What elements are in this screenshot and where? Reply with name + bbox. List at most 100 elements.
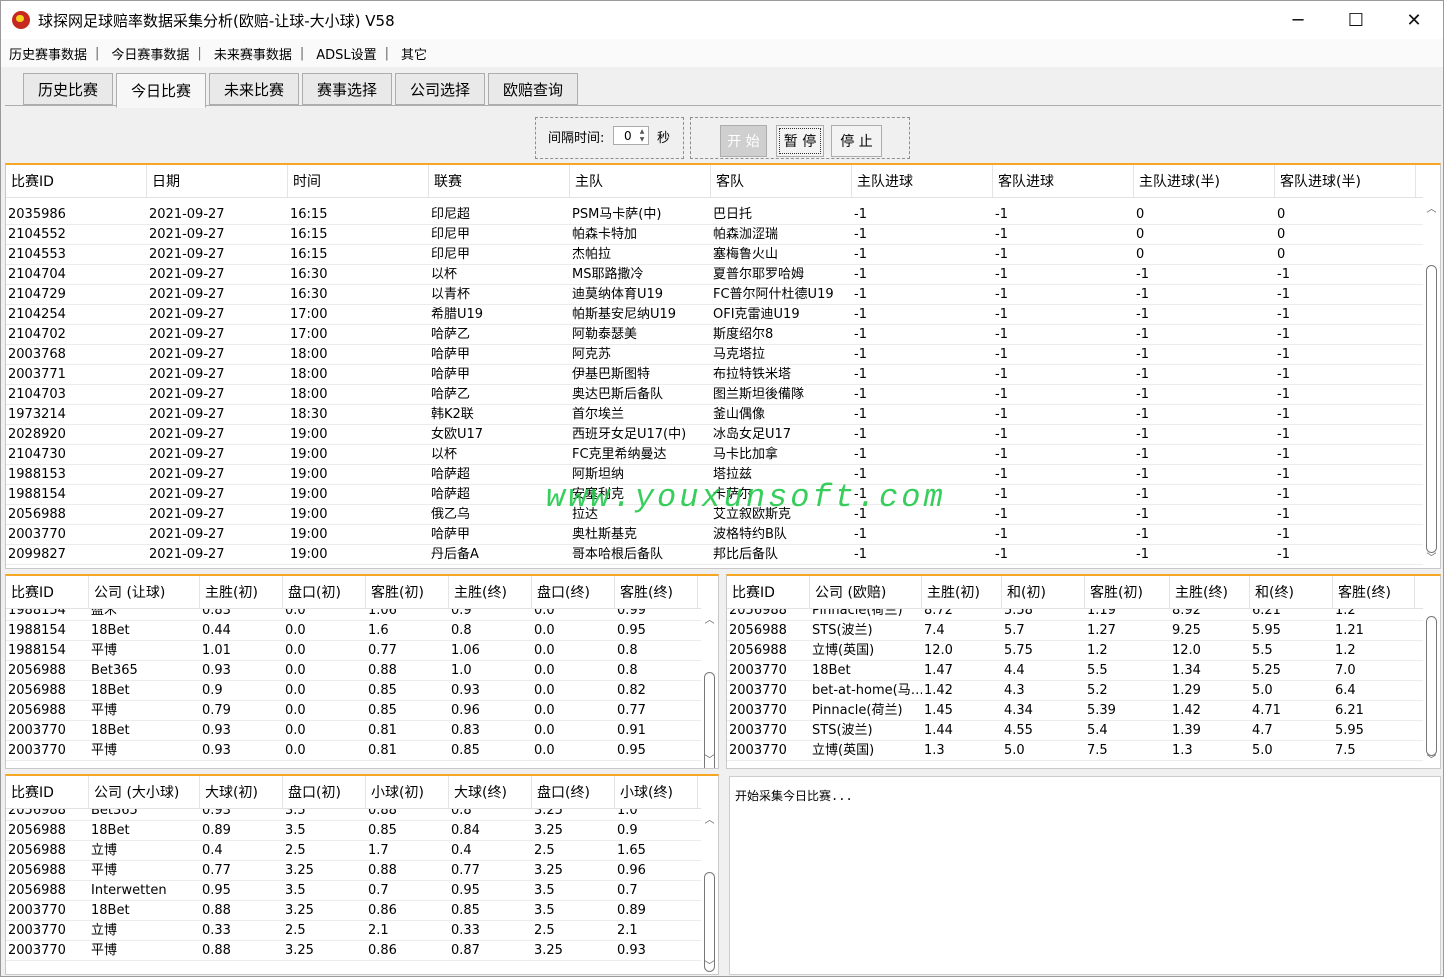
table-row[interactable]: 1988154 18Bet 0.44 0.0 1.6 0.8 0.0 0.95 (6, 621, 701, 641)
table-row[interactable]: 2056988 立博(英国) 12.0 5.75 1.2 12.0 5.5 1.2 (727, 641, 1423, 661)
column-header[interactable]: 客胜(终) (1333, 576, 1415, 608)
tab-euro-odds-query[interactable]: 欧赔查询 (488, 73, 578, 105)
column-header[interactable]: 小球(初) (366, 776, 449, 808)
column-header[interactable]: 公司 (大小球) (89, 776, 200, 808)
table-row[interactable]: 2056988 平博 0.79 0.0 0.85 0.96 0.0 0.77 (6, 701, 701, 721)
table-row[interactable]: 1988154 平博 1.01 0.0 0.77 1.06 0.0 0.8 (6, 641, 701, 661)
column-header[interactable]: 联赛 (429, 165, 570, 197)
table-row[interactable]: 2003770 STS(波兰) 1.44 4.55 5.4 1.39 4.7 5.95 (727, 721, 1423, 741)
column-header[interactable]: 盘口(初) (283, 576, 366, 608)
table-row[interactable]: 2056988 2021-09-27 19:00 俄乙乌 拉达 艾立叙欧斯克 -1 -1 -1 -… (6, 505, 1423, 525)
column-header[interactable]: 主胜(初) (200, 576, 283, 608)
table-row[interactable]: 2003770 平博 0.93 0.0 0.81 0.85 0.0 0.95 (6, 741, 701, 761)
tab-company-select[interactable]: 公司选择 (395, 73, 485, 105)
table-row-partial[interactable]: 1988154 盈禾 0.83 0.0 1.06 0.9 0.0 0.99 (6, 609, 701, 621)
column-header[interactable]: 大球(初) (200, 776, 283, 808)
scroll-up-icon[interactable]: ︿ (1423, 201, 1440, 218)
menu-future[interactable]: 未来赛事数据 (214, 44, 300, 63)
column-header[interactable]: 客胜(初) (366, 576, 449, 608)
scroll-up-icon[interactable]: ︿ (701, 612, 718, 629)
log-output[interactable]: 开始采集今日比赛... (729, 776, 1441, 975)
scroll-thumb[interactable] (1426, 616, 1437, 756)
column-header[interactable]: 客胜(初) (1085, 576, 1170, 608)
scroll-down-icon[interactable]: ﹀ (701, 958, 718, 974)
column-header[interactable]: 客队进球 (993, 165, 1134, 197)
table-row[interactable]: 1988153 2021-09-27 19:00 哈萨超 阿斯坦纳 塔拉兹 -1 -1 -1 -1 (6, 465, 1423, 485)
column-header[interactable]: 盘口(初) (283, 776, 366, 808)
pause-button[interactable]: 暂 停 (776, 125, 824, 157)
start-button[interactable]: 开 始 (720, 125, 767, 157)
table-row[interactable]: 2003770 18Bet 0.88 3.25 0.86 0.85 3.5 0.89 (6, 901, 701, 921)
title-bar[interactable]: 球探网足球赔率数据采集分析(欧赔-让球-大小球) V58 ─ ☐ ✕ (1, 1, 1443, 39)
table-row[interactable]: 1988154 2021-09-27 19:00 哈萨超 安塞利克 卡萨尔 -1 -1 -1 -1 (6, 485, 1423, 505)
tab-history-matches[interactable]: 历史比赛 (23, 73, 113, 105)
table-row[interactable]: 2104703 2021-09-27 18:00 哈萨乙 奥达巴斯后备队 图兰斯坦後備隊 -… (6, 385, 1423, 405)
table-row[interactable]: 2056988 立博 0.4 2.5 1.7 0.4 2.5 1.65 (6, 841, 701, 861)
scroll-down-icon[interactable]: ﹀ (701, 752, 718, 768)
column-header[interactable]: 和(初) (1002, 576, 1085, 608)
vertical-scrollbar[interactable]: ︿﹀ (1423, 612, 1440, 768)
table-row-partial[interactable]: 2056988 Pinnacle(荷兰) 8.72 5.58 1.19 8.92 6.21 1… (727, 609, 1423, 621)
table-row[interactable]: 2003770 立博(英国) 1.3 5.0 7.5 1.3 5.0 7.5 (727, 741, 1423, 761)
table-row[interactable]: 2104553 2021-09-27 16:15 印尼甲 杰帕拉 塞梅鲁火山 -1 -1 0 0 (6, 245, 1423, 265)
column-header[interactable]: 主队 (570, 165, 711, 197)
column-header[interactable]: 客队 (711, 165, 852, 197)
table-row[interactable]: 2104729 2021-09-27 16:30 以青杯 迪莫纳体育U19 FC普尔阿什杜… (6, 285, 1423, 305)
table-row[interactable]: 2056988 平博 0.77 3.25 0.88 0.77 3.25 0.96 (6, 861, 701, 881)
table-row[interactable]: 2056988 Bet365 0.93 0.0 0.88 1.0 0.0 0.8 (6, 661, 701, 681)
scroll-down-icon[interactable]: ﹀ (1423, 550, 1440, 567)
table-row[interactable]: 2056988 18Bet 0.9 0.0 0.85 0.93 0.0 0.82 (6, 681, 701, 701)
table-row[interactable]: 2003771 2021-09-27 18:00 哈萨甲 伊基巴斯图特 布拉特铁米塔 -1 -… (6, 365, 1423, 385)
close-button[interactable]: ✕ (1385, 1, 1443, 39)
scroll-thumb[interactable] (704, 872, 715, 972)
table-row[interactable]: 2104552 2021-09-27 16:15 印尼甲 帕森卡特加 帕森泇涩瑞 -1 -1 0… (6, 225, 1423, 245)
vertical-scrollbar[interactable]: ︿﹀ (701, 812, 718, 974)
vertical-scrollbar[interactable]: ︿﹀ (1423, 201, 1440, 567)
table-row[interactable]: 2003770 立博 0.33 2.5 2.1 0.33 2.5 2.1 (6, 921, 701, 941)
column-header[interactable]: 比赛ID (6, 776, 89, 808)
column-header[interactable]: 比赛ID (6, 165, 147, 197)
column-header[interactable]: 时间 (288, 165, 429, 197)
tab-today-matches[interactable]: 今日比赛 (116, 73, 206, 108)
scroll-down-icon[interactable]: ﹀ (1423, 752, 1440, 768)
minimize-button[interactable]: ─ (1269, 1, 1327, 39)
table-row[interactable]: 2003770 18Bet 0.93 0.0 0.81 0.83 0.0 0.91 (6, 721, 701, 741)
column-header[interactable]: 比赛ID (727, 576, 810, 608)
column-header[interactable]: 主胜(终) (449, 576, 532, 608)
column-header[interactable]: 主胜(初) (922, 576, 1002, 608)
tab-future-matches[interactable]: 未来比赛 (209, 73, 299, 105)
table-row[interactable]: 2104254 2021-09-27 17:00 希腊U19 帕斯基安尼纳U19 OFI克… (6, 305, 1423, 325)
column-header[interactable]: 比赛ID (6, 576, 89, 608)
table-row[interactable]: 2003770 2021-09-27 19:00 哈萨甲 奥杜斯基克 波格特约B队 -1 -1… (6, 525, 1423, 545)
table-row[interactable]: 2028920 2021-09-27 19:00 女欧U17 西班牙女足U17(中) 冰岛… (6, 425, 1423, 445)
table-row[interactable]: 2099827 2021-09-27 19:00 丹后备A 哥本哈根后备队 邦比后备队 -1… (6, 545, 1423, 565)
table-row[interactable]: 2003770 Pinnacle(荷兰) 1.45 4.34 5.39 1.42 4.71 6… (727, 701, 1423, 721)
column-header[interactable]: 小球(终) (615, 776, 698, 808)
tab-league-select[interactable]: 赛事选择 (302, 73, 392, 105)
menu-today[interactable]: 今日赛事数据 (111, 44, 197, 63)
table-row[interactable]: 2003770 bet-at-home(马… 1.42 4.3 5.2 1.29 5.0 6.… (727, 681, 1423, 701)
column-header[interactable]: 盘口(终) (532, 576, 615, 608)
table-row[interactable]: 1973214 2021-09-27 18:30 韩K2联 首尔埃兰 釜山偶像 -1 -1 -1… (6, 405, 1423, 425)
table-row[interactable]: 2104704 2021-09-27 16:30 以杯 MS耶路撒冷 夏普尔耶罗哈姆 -1 -… (6, 265, 1423, 285)
column-header[interactable]: 客队进球(半) (1275, 165, 1416, 197)
table-row[interactable]: 2104730 2021-09-27 19:00 以杯 FC克里希纳曼达 马卡比加拿 -1 -… (6, 445, 1423, 465)
table-row[interactable]: 2056988 18Bet 0.89 3.5 0.85 0.84 3.25 0.9 (6, 821, 701, 841)
table-row[interactable]: 2003768 2021-09-27 18:00 哈萨甲 阿克苏 马克塔拉 -1 -1 -1 -1 (6, 345, 1423, 365)
column-header[interactable]: 主队进球(半) (1134, 165, 1275, 197)
column-header[interactable]: 主胜(终) (1170, 576, 1250, 608)
menu-history[interactable]: 历史赛事数据 (9, 44, 95, 63)
scroll-up-icon[interactable]: ︿ (701, 812, 718, 829)
column-header[interactable]: 盘口(终) (532, 776, 615, 808)
spin-down-icon[interactable]: ▼ (636, 135, 648, 144)
table-row-partial[interactable]: 2056988 Bet365 0.93 3.5 0.88 0.8 3.25 1.0 (6, 809, 701, 821)
table-row[interactable]: 2104702 2021-09-27 17:00 哈萨乙 阿勒泰瑟美 斯度绍尔8 -1 -1 -… (6, 325, 1423, 345)
column-header[interactable]: 主队进球 (852, 165, 993, 197)
column-header[interactable]: 公司 (欧赔) (810, 576, 922, 608)
menu-other[interactable]: 其它 (401, 44, 435, 63)
column-header[interactable]: 公司 (让球) (89, 576, 200, 608)
column-header[interactable]: 大球(终) (449, 776, 532, 808)
column-header[interactable]: 和(终) (1250, 576, 1333, 608)
stop-button[interactable]: 停 止 (831, 125, 882, 157)
menu-adsl[interactable]: ADSL设置 (316, 44, 384, 63)
